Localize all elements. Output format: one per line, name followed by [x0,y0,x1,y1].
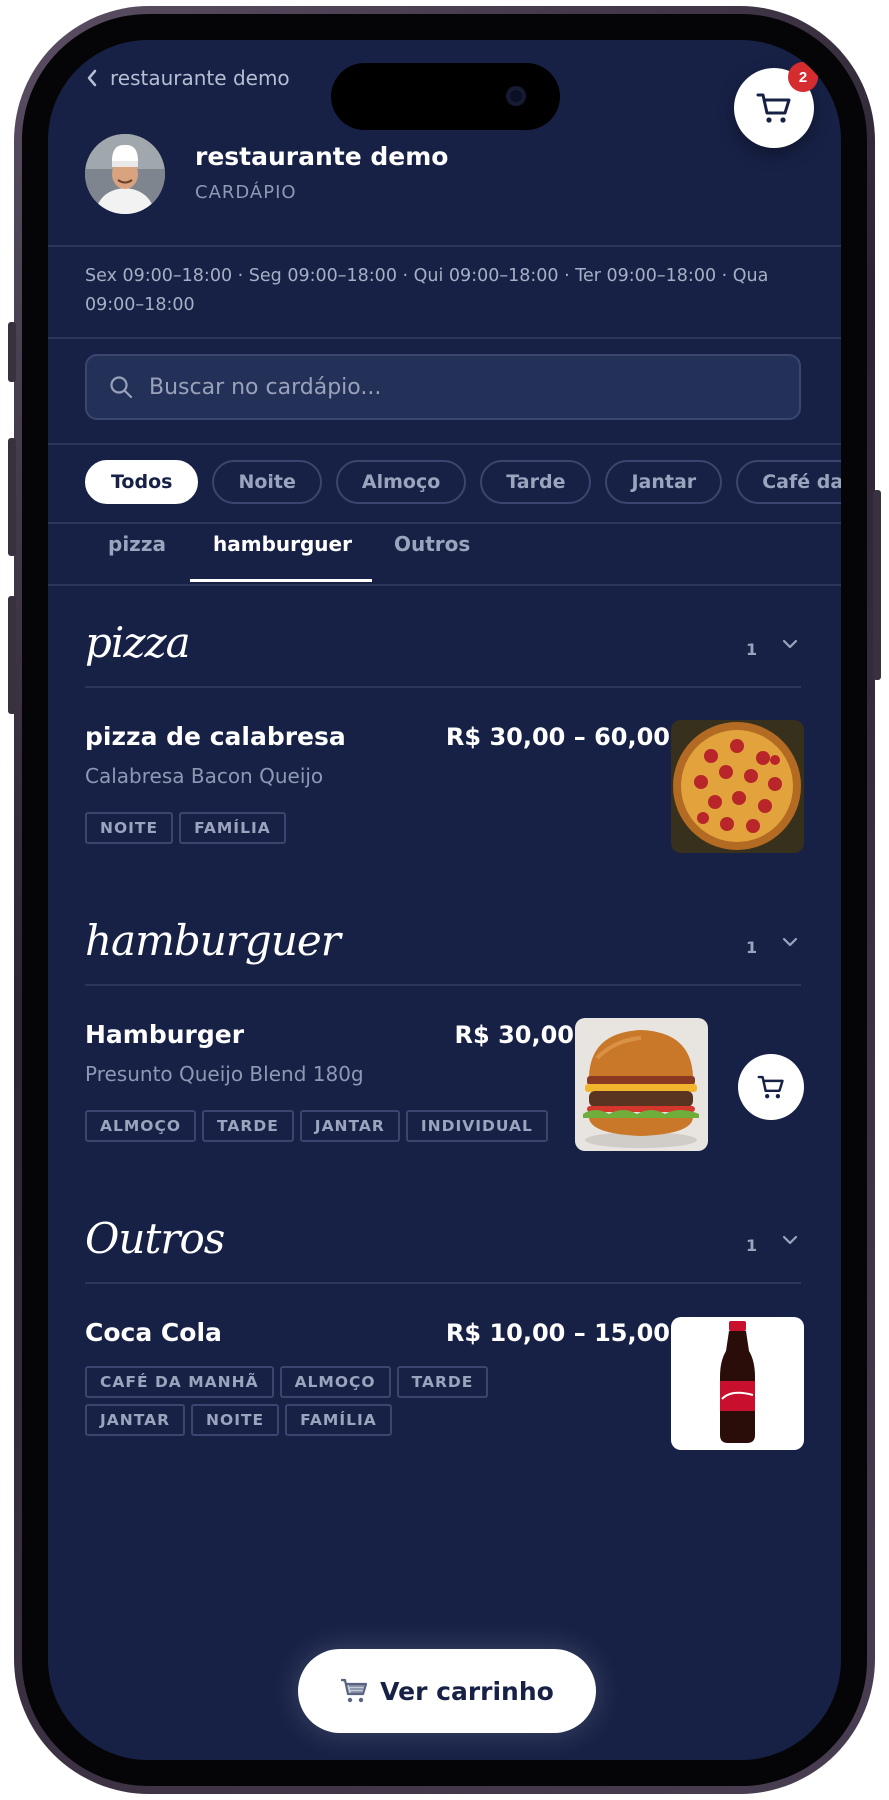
filter-chip-jantar[interactable]: Jantar [605,460,723,504]
item-tag: CAFÉ DA MANHÃ [85,1366,274,1398]
item-tags: CAFÉ DA MANHÃ ALMOÇO TARDE JANTAR NOITE … [85,1366,585,1436]
side-button-volume-up [8,438,16,556]
view-cart-button[interactable]: Ver carrinho [298,1649,596,1733]
side-button-silent [8,322,16,382]
divider [48,337,841,339]
item-tags: NOITE FAMÍLIA [85,812,286,844]
page-subtitle: CARDÁPIO [195,182,297,203]
item-tag: FAMÍLIA [285,1404,392,1436]
restaurant-avatar [85,134,165,214]
search-bar[interactable] [85,354,801,420]
item-price: R$ 30,00 – 60,00 [445,723,670,751]
item-tag: TARDE [202,1110,294,1142]
tab-hamburguer[interactable]: hamburguer [213,532,352,556]
camera-icon [506,86,526,106]
item-tag: JANTAR [85,1404,186,1436]
item-name: Hamburger [85,1020,245,1049]
section-divider [85,984,801,986]
section-count: 1 [746,938,758,957]
chevron-down-icon[interactable] [782,1234,798,1246]
cart-icon [756,93,791,123]
side-button-volume-down [8,596,16,714]
chevron-left-icon [87,69,97,87]
divider [48,443,841,445]
add-to-cart-button[interactable] [738,1054,804,1120]
restaurant-name: restaurante demo [195,142,449,171]
item-tag: TARDE [396,1366,489,1398]
section-title-hamburguer: hamburguer [85,916,341,965]
item-name: pizza de calabresa [85,722,346,751]
item-price: R$ 10,00 – 15,00 [445,1319,670,1347]
screen: restaurante demo 2 restaurante demo CARD… [48,40,841,1760]
cart-button[interactable]: 2 [734,62,818,148]
divider [48,584,841,586]
item-name: Coca Cola [85,1318,222,1347]
category-tabs: pizza hamburguer Outros [48,522,841,584]
filter-chip-almoco[interactable]: Almoço [335,460,467,504]
section-count: 1 [746,1236,758,1255]
item-tag: NOITE [191,1404,280,1436]
tab-pizza[interactable]: pizza [108,532,166,556]
item-image-hamburger[interactable] [575,1018,708,1151]
cart-icon [757,1075,784,1099]
section-count: 1 [746,640,758,659]
search-icon [110,376,133,399]
cart-count-badge: 2 [788,62,818,92]
item-image-pizza[interactable] [671,720,804,853]
item-tag: NOITE [85,812,174,844]
item-tag: FAMÍLIA [179,812,286,844]
section-title-pizza: pizza [85,618,191,667]
item-tag: INDIVIDUAL [405,1110,548,1142]
view-cart-label: Ver carrinho [380,1676,554,1706]
back-link[interactable]: restaurante demo [86,66,290,90]
item-tag: ALMOÇO [279,1366,391,1398]
filter-chip-noite[interactable]: Noite [212,460,322,504]
tab-outros[interactable]: Outros [394,532,470,556]
item-description: Presunto Queijo Blend 180g [85,1062,364,1086]
search-input[interactable] [147,373,711,401]
filter-chip-tarde[interactable]: Tarde [480,460,592,504]
opening-hours: Sex 09:00–18:00 · Seg 09:00–18:00 · Qui … [85,266,769,315]
back-label: restaurante demo [110,66,290,90]
divider [48,245,841,247]
filter-chips: Todos Noite Almoço Tarde Jantar Café da … [85,460,841,504]
item-tag: ALMOÇO [85,1110,197,1142]
dynamic-island [331,63,560,130]
filter-chip-todos[interactable]: Todos [85,460,199,504]
section-divider [85,686,801,688]
side-button-power [873,490,881,680]
chevron-down-icon[interactable] [782,936,798,948]
item-description: Calabresa Bacon Queijo [85,764,324,788]
item-tag: JANTAR [299,1110,400,1142]
item-price: R$ 30,00 [454,1021,574,1049]
active-tab-indicator [190,579,372,582]
chevron-down-icon[interactable] [782,638,798,650]
section-divider [85,1282,801,1284]
item-image-coca-cola[interactable] [671,1317,804,1450]
filter-chip-cafe-da-manha[interactable]: Café da m [736,460,841,504]
shopping-cart-icon [341,1678,368,1703]
section-title-outros: Outros [85,1214,225,1263]
item-tags: ALMOÇO TARDE JANTAR INDIVIDUAL [85,1110,548,1142]
